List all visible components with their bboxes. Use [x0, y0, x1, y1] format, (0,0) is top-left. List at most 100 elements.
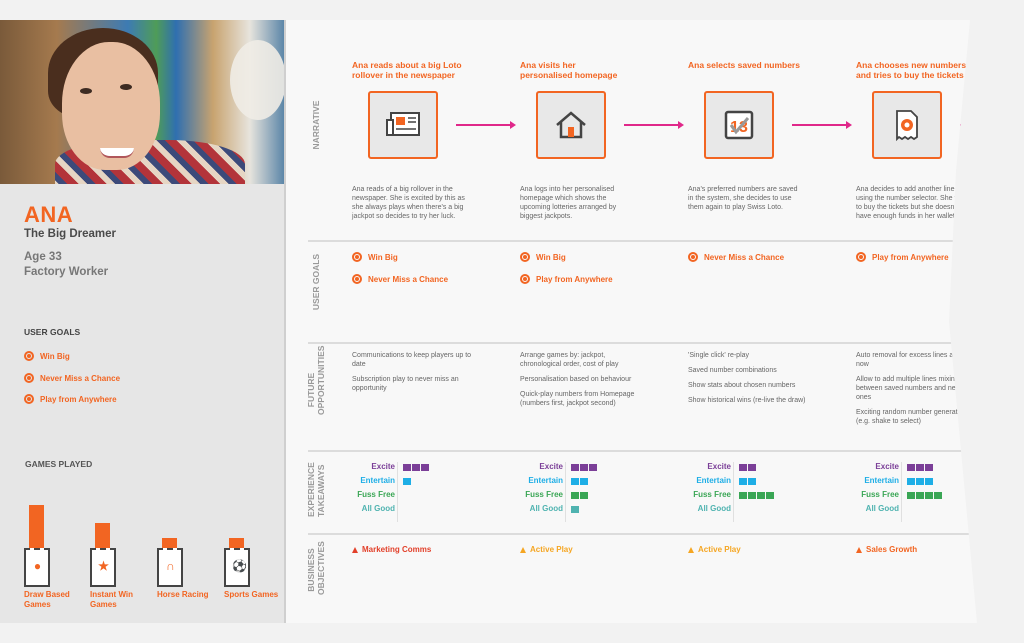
journey-step: Ana chooses new numbers and tries to buy…	[856, 20, 977, 620]
persona-goal: Never Miss a Chance	[24, 373, 120, 383]
step-illustration	[872, 91, 942, 159]
takeaway-score-block	[571, 492, 579, 499]
step-illustration	[536, 91, 606, 159]
flow-arrow	[792, 121, 852, 128]
step-opportunities: 'Single click' re-play Saved number combi…	[688, 351, 808, 411]
step-description: Ana reads of a big rollover in the newsp…	[352, 186, 465, 220]
opportunity-item: Auto removal for excess lines and play n…	[856, 352, 976, 368]
divider	[565, 462, 566, 522]
opportunity-item: Show stats about chosen numbers	[688, 382, 796, 389]
takeaway-score-block	[739, 464, 747, 471]
takeaway-label: Fuss Free	[861, 490, 899, 499]
persona-goal: Win Big	[24, 351, 70, 361]
target-icon	[520, 274, 530, 284]
takeaway-label: Excite	[371, 462, 395, 471]
step-description: Ana's preferred numbers are saved in the…	[688, 186, 798, 211]
takeaway-score-block	[766, 492, 774, 499]
takeaway-score-block	[580, 492, 588, 499]
background-fan	[230, 40, 284, 120]
target-icon	[688, 252, 698, 262]
takeaway-label: All Good	[697, 504, 731, 513]
persona-panel: ANA The Big Dreamer Age 33 Factory Worke…	[0, 20, 284, 623]
takeaway-score-block	[412, 464, 420, 471]
divider	[733, 462, 734, 522]
takeaway-label: Entertain	[696, 476, 731, 485]
target-icon	[24, 373, 34, 383]
persona-tagline: The Big Dreamer	[24, 228, 117, 240]
row-label-narrative: NARRATIVE	[311, 100, 321, 150]
step-opportunities: Auto removal for excess lines and play n…	[856, 351, 976, 432]
lottery-ball-icon: ●	[33, 559, 42, 573]
flow-arrow	[960, 121, 972, 128]
takeaway-score-block	[748, 464, 756, 471]
triangle-icon	[520, 546, 526, 553]
step-illustration: 13	[704, 91, 774, 159]
takeaway-score-block	[571, 478, 579, 485]
football-icon: ⚽	[232, 559, 247, 573]
business-objective: Marketing Comms	[352, 545, 431, 554]
persona-age: Age 33	[24, 251, 62, 263]
step-opportunities: Arrange games by: jackpot, chronological…	[520, 351, 640, 414]
takeaway-score-block	[739, 492, 747, 499]
takeaway-label: Excite	[539, 462, 563, 471]
row-label-future-opportunities: FUTURE OPPORTUNITIES	[306, 345, 326, 415]
play-frequency-bar	[162, 538, 177, 548]
journey-map: NARRATIVE USER GOALS FUTURE OPPORTUNITIE…	[284, 20, 977, 623]
takeaway-label: Fuss Free	[357, 490, 395, 499]
opportunity-item: Saved number combinations	[688, 367, 777, 374]
step-goal: Never Miss a Chance	[688, 252, 784, 262]
ticket-icon: ⚽	[224, 548, 250, 587]
takeaway-score-block	[580, 478, 588, 485]
business-objective: Sales Growth	[856, 545, 917, 554]
step-opportunities: Communications to keep players up to dat…	[352, 351, 472, 399]
takeaway-score-block	[580, 464, 588, 471]
takeaway-label: Excite	[707, 462, 731, 471]
takeaway-score-block	[571, 506, 579, 513]
takeaway-label: All Good	[865, 504, 899, 513]
persona-goals-heading: USER GOALS	[24, 327, 81, 337]
game-label: Instant Win Games	[90, 590, 134, 609]
takeaway-score-block	[571, 464, 579, 471]
opportunity-item: Personalisation based on behaviour	[520, 376, 632, 383]
takeaway-label: Entertain	[360, 476, 395, 485]
row-label-experience-takeaways: EXPERIENCE TAKEAWAYS	[306, 462, 326, 517]
saved-numbers-icon: 13	[724, 110, 754, 140]
opportunity-item: Communications to keep players up to dat…	[352, 352, 472, 368]
target-icon	[856, 252, 866, 262]
divider	[397, 462, 398, 522]
newspaper-icon	[385, 111, 421, 139]
journey-step: Ana selects saved numbers 13 Ana's preferr…	[688, 20, 818, 620]
takeaway-label: All Good	[361, 504, 395, 513]
journey-step: Ana reads about a big Loto rollover in t…	[352, 20, 482, 620]
right-eye	[120, 84, 132, 90]
game-label: Draw Based Games	[24, 590, 70, 609]
games-played-heading: GAMES PLAYED	[25, 459, 93, 469]
triangle-icon	[352, 546, 358, 553]
horseshoe-icon: ∩	[166, 559, 175, 573]
takeaway-label: Excite	[875, 462, 899, 471]
play-frequency-bar	[95, 523, 110, 548]
takeaway-score-block	[907, 492, 915, 499]
step-title: Ana selects saved numbers	[688, 60, 800, 70]
flow-arrow	[624, 121, 684, 128]
opportunity-item: Allow to add multiple lines mixing betwe…	[856, 376, 961, 401]
takeaway-score-block	[748, 478, 756, 485]
takeaway-label: Entertain	[864, 476, 899, 485]
takeaway-score-block	[925, 464, 933, 471]
takeaway-score-block	[907, 464, 915, 471]
smile	[100, 148, 134, 158]
target-icon	[352, 274, 362, 284]
target-icon	[24, 394, 34, 404]
takeaway-score-block	[916, 492, 924, 499]
takeaway-label: Fuss Free	[693, 490, 731, 499]
step-illustration	[368, 91, 438, 159]
step-title: Ana visits her personalised homepage	[520, 60, 618, 80]
takeaway-score-block	[739, 478, 747, 485]
takeaway-score-block	[934, 492, 942, 499]
opportunity-item: 'Single click' re-play	[688, 352, 750, 359]
row-label-user-goals: USER GOALS	[311, 253, 321, 311]
game-label: Horse Racing	[157, 590, 209, 599]
takeaway-score-block	[916, 464, 924, 471]
target-icon	[520, 252, 530, 262]
step-title: Ana reads about a big Loto rollover in t…	[352, 60, 462, 80]
